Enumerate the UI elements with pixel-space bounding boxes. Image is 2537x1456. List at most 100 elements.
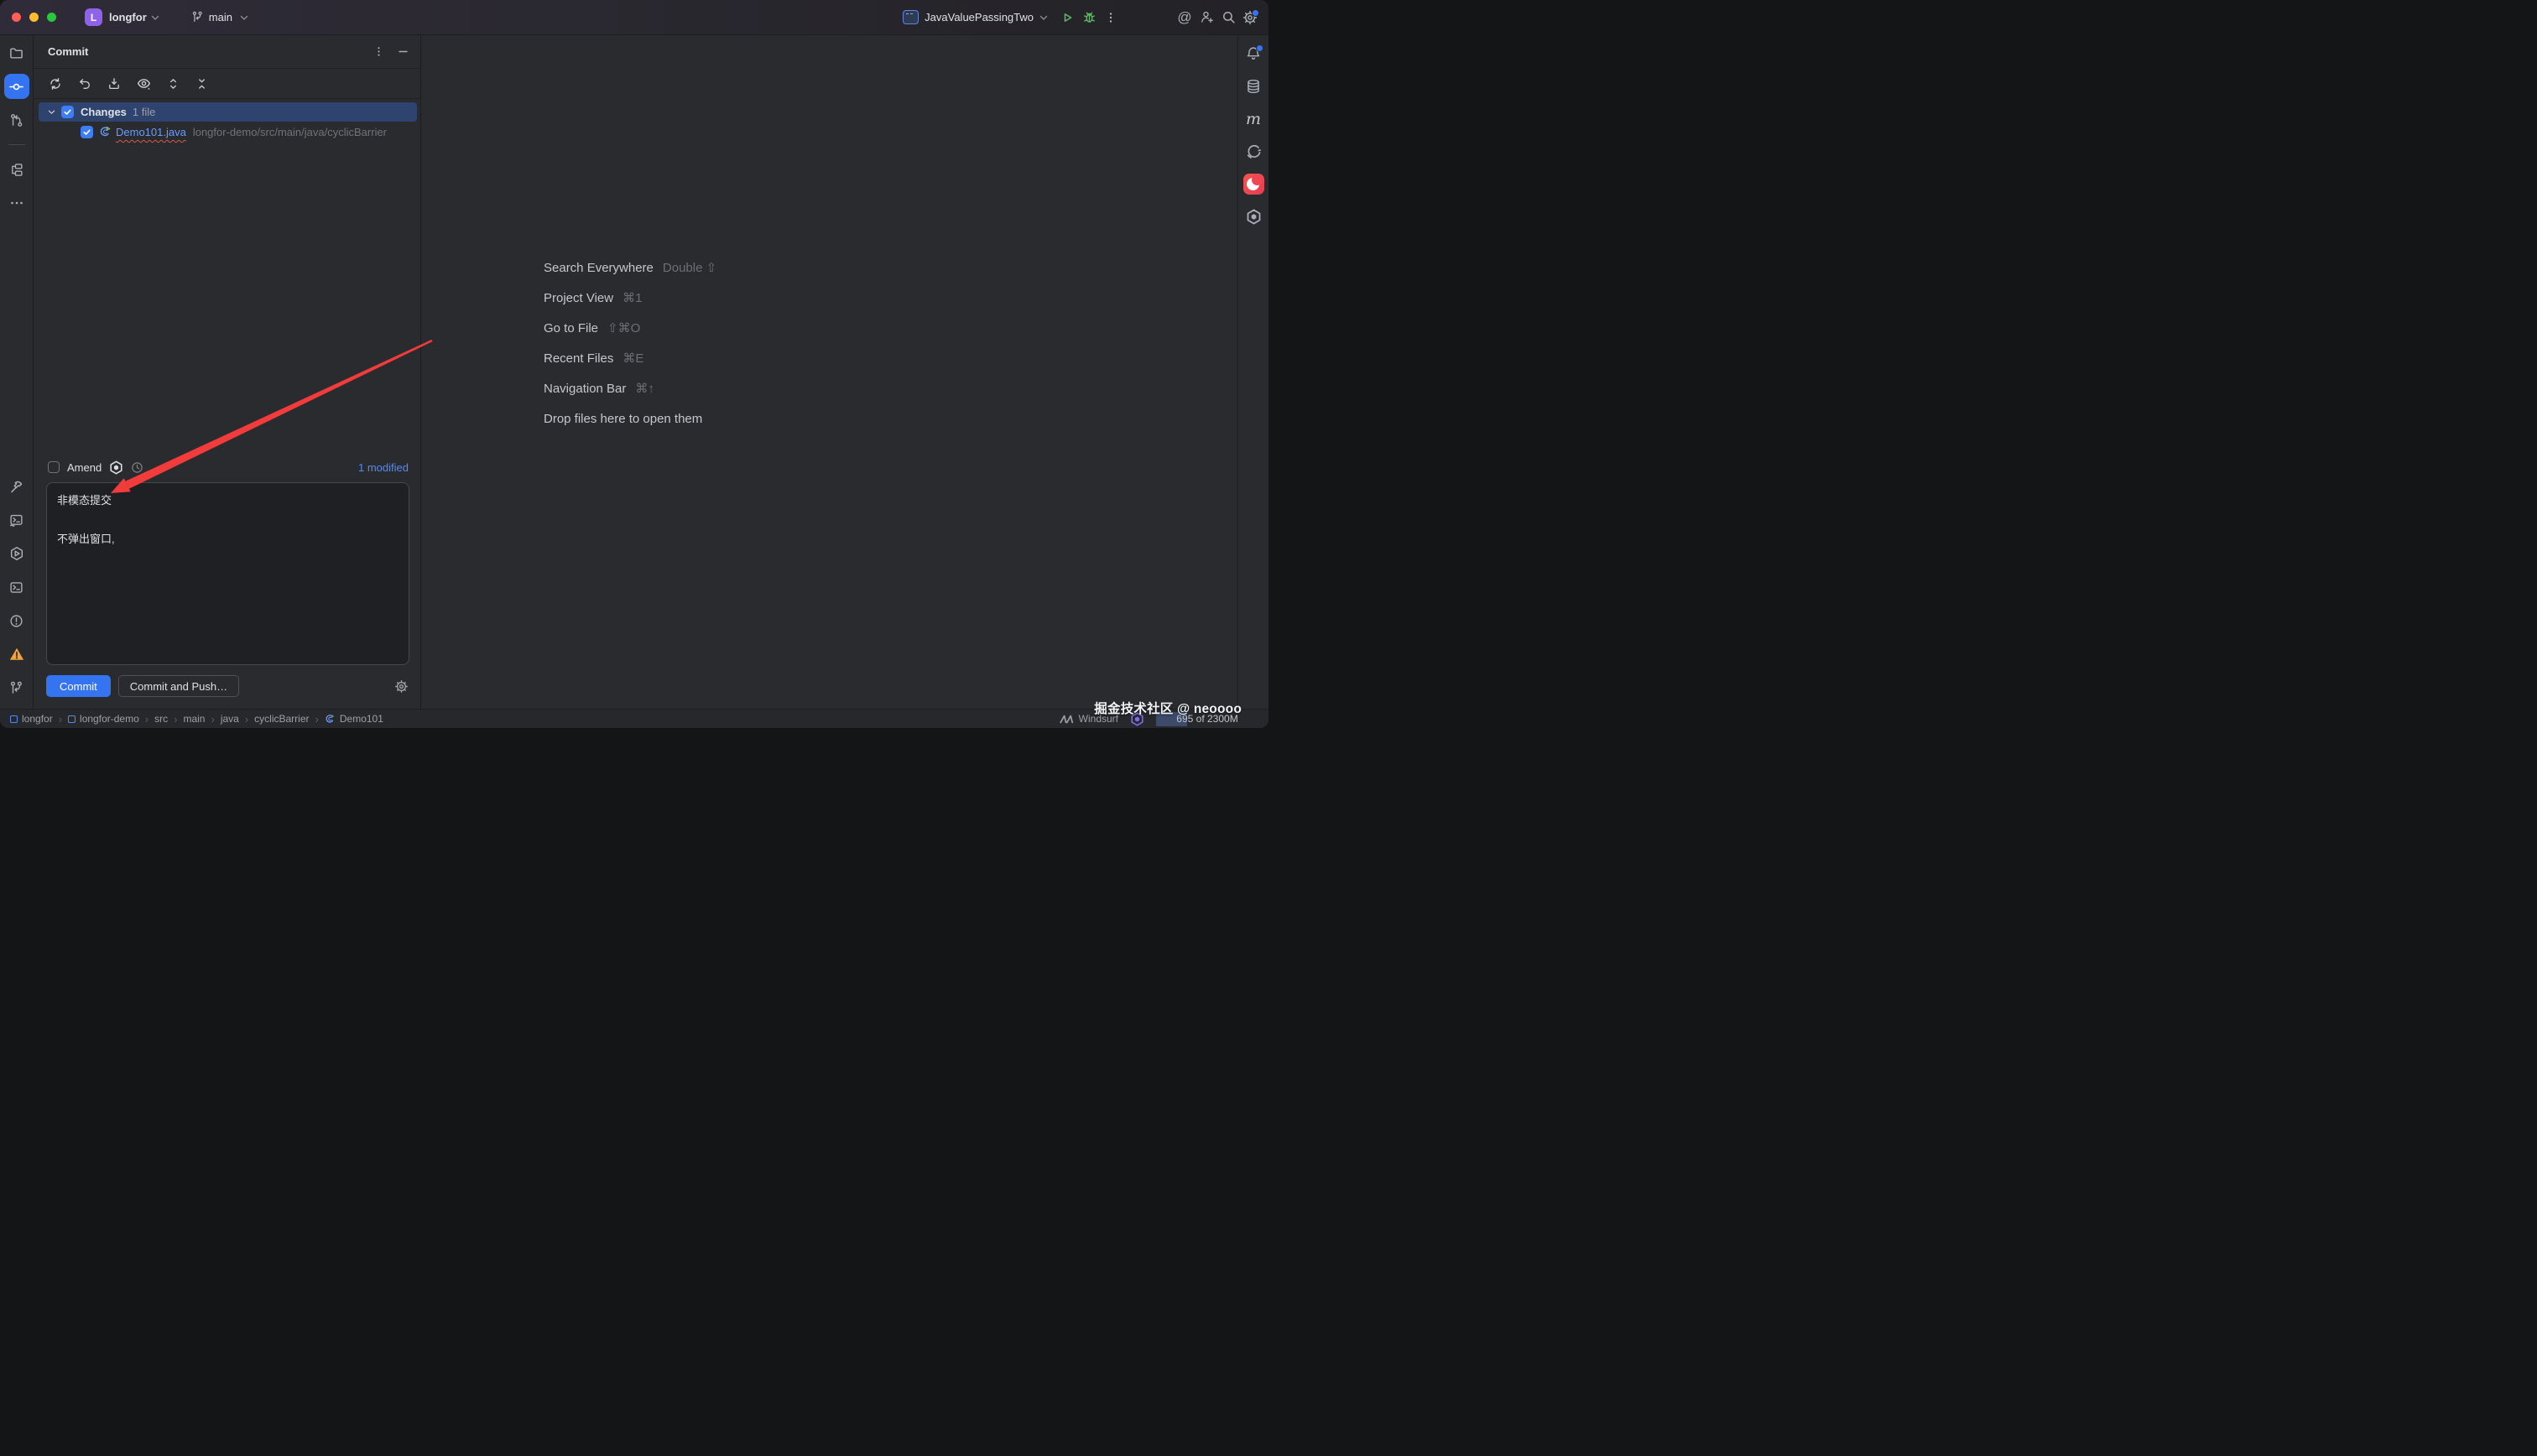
breadcrumb-item[interactable]: Demo101 [325, 713, 383, 725]
breadcrumb-separator: › [245, 713, 248, 725]
collapse-all-icon[interactable] [195, 77, 208, 91]
shortcut-row: Drop files here to open them [544, 403, 716, 434]
shortcut-label: Go to File [544, 321, 598, 335]
commit-message-line2: 不弹出窗口, [57, 529, 399, 549]
more-horizontal-icon [10, 200, 23, 205]
breadcrumb-item[interactable]: longfor [10, 713, 53, 725]
breadcrumb-item[interactable]: java [221, 713, 239, 725]
commit-options-gear-icon[interactable] [394, 679, 409, 694]
commit-button[interactable]: Commit [46, 675, 111, 697]
changes-group-row[interactable]: Changes 1 file [39, 102, 417, 122]
chevron-down-icon[interactable] [151, 14, 159, 21]
chevron-down-icon[interactable] [48, 109, 55, 115]
commit-and-push-button[interactable]: Commit and Push… [118, 675, 239, 697]
shortcut-label: Navigation Bar [544, 382, 626, 396]
commit-tool-button[interactable] [0, 70, 34, 103]
shortcut-label: Recent Files [544, 351, 613, 366]
changes-tree: Changes 1 file Demo101.java [34, 99, 420, 142]
commit-message-line1: 非模态提交 [57, 491, 399, 510]
breadcrumb-item[interactable]: cyclicBarrier [254, 713, 309, 725]
problems-icon [9, 614, 23, 628]
pull-requests-tool-button[interactable] [0, 103, 34, 137]
shelve-icon[interactable] [107, 77, 121, 91]
view-options-eye-icon[interactable] [137, 76, 151, 91]
database-tool-button[interactable] [1238, 70, 1269, 102]
warnings-tool-button[interactable] [0, 637, 34, 671]
breadcrumb-label: longfor [22, 713, 53, 725]
ai-assistant-icon[interactable]: @ [1174, 7, 1196, 29]
breadcrumb-label: src [154, 713, 168, 725]
file-name[interactable]: Demo101.java [116, 126, 186, 138]
shortcut-keys: Double ⇧ [663, 260, 716, 275]
chevron-down-icon [1039, 14, 1048, 21]
crescent-app-icon [1243, 174, 1264, 195]
refresh-icon[interactable] [49, 77, 62, 91]
module-icon [68, 715, 76, 723]
amend-row: Amend 1 modified [34, 455, 420, 480]
shortcut-label: Drop files here to open them [544, 412, 702, 426]
shortcut-keys: ⇧⌘O [607, 320, 640, 335]
run-config-name: JavaValuePassingTwo [925, 11, 1034, 23]
maven-tool-button[interactable]: m [1238, 102, 1269, 135]
run-configuration-selector[interactable]: JavaValuePassingTwo [903, 10, 1048, 24]
breadcrumb-separator: › [174, 713, 177, 725]
ai-assistant-logo-icon[interactable] [109, 460, 123, 475]
main-area: Commit [0, 35, 1268, 709]
close-window-button[interactable] [12, 13, 21, 22]
panel-title: Commit [48, 45, 88, 58]
notifications-button[interactable] [1238, 37, 1269, 70]
branch-selector[interactable]: main [191, 11, 248, 23]
more-tool-windows-button[interactable] [0, 186, 34, 220]
shortcut-row: Search Everywhere Double ⇧ [544, 252, 716, 283]
right-tool-strip: m [1237, 35, 1268, 709]
shortcut-label: Project View [544, 291, 613, 305]
project-selector[interactable]: longfor [109, 11, 147, 23]
hide-panel-icon[interactable] [398, 46, 409, 57]
services-tool-button[interactable] [0, 537, 34, 570]
panel-options-kebab-icon[interactable] [373, 46, 384, 57]
more-actions-menu[interactable] [1100, 7, 1122, 29]
commit-icon [4, 74, 29, 99]
ai-assistant-plugin-button[interactable] [1238, 200, 1269, 233]
module-icon [10, 715, 18, 723]
bell-icon [1246, 46, 1261, 61]
run-button[interactable] [1056, 7, 1078, 29]
search-icon[interactable] [1217, 7, 1239, 29]
changed-file-row[interactable]: Demo101.java longfor-demo/src/main/java/… [34, 122, 420, 142]
terminal-tool-button[interactable] [0, 570, 34, 604]
commit-history-clock-icon[interactable] [131, 461, 143, 474]
pull-request-icon [9, 113, 23, 127]
ide-window: L longfor main JavaValuePassingTwo [0, 0, 1268, 728]
problems-tool-button[interactable] [0, 604, 34, 637]
breadcrumb-item[interactable]: longfor-demo [68, 713, 139, 725]
breadcrumb-item[interactable]: main [183, 713, 205, 725]
folder-icon [9, 46, 23, 60]
changes-count: 1 file [133, 106, 155, 118]
windsurf-terminal-tool-button[interactable] [0, 503, 34, 537]
structure-tool-button[interactable] [0, 153, 34, 186]
breadcrumb-item[interactable]: src [154, 713, 168, 725]
project-tool-button[interactable] [0, 36, 34, 70]
file-checkbox[interactable] [81, 126, 93, 138]
rollback-icon[interactable] [78, 77, 91, 91]
debug-button[interactable] [1078, 7, 1100, 29]
fullscreen-window-button[interactable] [47, 13, 56, 22]
amend-checkbox[interactable] [48, 461, 60, 473]
commit-message-blank-line [57, 510, 399, 529]
commit-message-input[interactable]: 非模态提交 不弹出窗口, [46, 482, 409, 665]
hexagon-play-icon [9, 546, 24, 561]
expand-all-icon[interactable] [167, 77, 180, 91]
code-with-me-button[interactable] [1196, 7, 1217, 29]
modified-badge[interactable]: 1 modified [358, 461, 409, 474]
gradle-tool-button[interactable] [1238, 135, 1269, 168]
settings-gear-icon[interactable] [1239, 7, 1261, 29]
breadcrumb-separator: › [59, 713, 62, 725]
ai-knot-icon [1246, 209, 1262, 225]
title-bar-right: JavaValuePassingTwo @ [903, 7, 1261, 29]
changes-checkbox[interactable] [61, 106, 74, 118]
crescent-plugin-button[interactable] [1238, 168, 1269, 200]
minimize-window-button[interactable] [29, 13, 39, 22]
git-tool-button[interactable] [0, 671, 34, 705]
java-class-icon [325, 714, 336, 725]
build-tool-button[interactable] [0, 470, 34, 503]
